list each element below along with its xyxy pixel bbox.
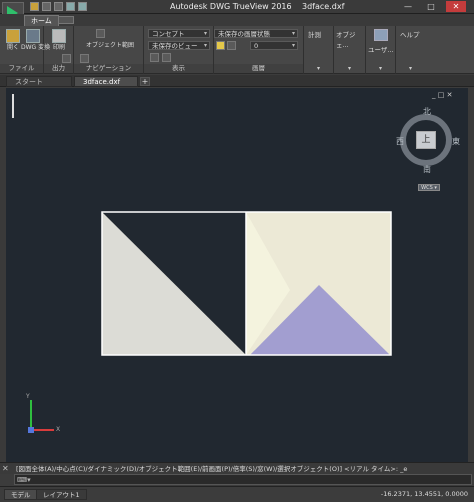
new-tab-button[interactable]: + — [140, 77, 150, 86]
open-icon[interactable] — [30, 2, 39, 11]
ribbon-group-layers: 未保存の画層状態 0 画層 — [214, 26, 304, 74]
group-label-navigation: ナビゲーション — [74, 64, 143, 73]
app-window: Autodesk DWG TrueView 2016 3dface.dxf — … — [0, 0, 474, 502]
viewcube-top-face[interactable]: 上 — [416, 131, 436, 149]
quick-access-toolbar — [30, 2, 87, 11]
group-label-view: 表示 — [144, 64, 213, 73]
save-icon[interactable] — [42, 2, 51, 11]
tab-layout1[interactable]: レイアウト1 — [36, 489, 87, 500]
tab-start[interactable]: スタート — [6, 76, 72, 87]
measure-dropdown-icon[interactable]: ▾ — [317, 65, 320, 72]
command-prompt-icon[interactable]: ⌨▾ — [17, 476, 31, 484]
folder-open-icon — [6, 29, 20, 43]
ribbon-group-file: 開く DWG 変換 ファイル — [0, 26, 50, 74]
status-bar: モデル レイアウト1 -16.2371, 13.4551, 0.0000 — [0, 486, 474, 502]
group-label-layers: 画層 — [214, 64, 303, 73]
command-history-text: [図面全体(A)/中心点(C)/ダイナミック(D)/オブジェクト範囲(E)/前画… — [16, 465, 408, 473]
zoom-extents-button[interactable]: オブジェクト範囲 — [82, 42, 138, 49]
document-tab-bar: スタート 3dface.dxf + — [0, 75, 474, 87]
ucs-origin-icon — [28, 427, 34, 433]
command-line-input[interactable]: ⌨▾ — [14, 474, 472, 485]
command-history: ✕ [図面全体(A)/中心点(C)/ダイナミック(D)/オブジェクト範囲(E)/… — [0, 462, 474, 474]
undo-icon[interactable] — [66, 2, 75, 11]
cursor-coordinates: -16.2371, 13.4551, 0.0000 — [380, 490, 468, 498]
tab-model[interactable]: モデル — [4, 489, 38, 500]
user-dropdown-icon[interactable]: ▾ — [379, 65, 382, 72]
user-label: ユーザ... — [368, 46, 394, 54]
app-title: Autodesk DWG TrueView 2016 — [170, 2, 292, 11]
print-button[interactable]: 印刷 — [47, 29, 71, 51]
title-bar: Autodesk DWG TrueView 2016 3dface.dxf — … — [0, 0, 474, 24]
printer-icon — [52, 29, 66, 43]
layer-state-dropdown[interactable]: 未保存の画層状態 — [214, 29, 298, 38]
file-title: 3dface.dxf — [302, 2, 345, 11]
command-close-icon[interactable]: ✕ — [2, 464, 12, 474]
visual-style-dropdown[interactable]: コンセプト — [148, 29, 210, 38]
output-more-icon[interactable] — [62, 54, 71, 63]
object-label: オブジェ... — [336, 31, 356, 49]
orbit-icon[interactable] — [80, 54, 89, 63]
ribbon-tab-bar: ホーム — [0, 14, 474, 26]
minimize-button[interactable]: — — [398, 1, 418, 12]
group-label-file: ファイル — [0, 64, 43, 73]
pan-icon[interactable] — [96, 29, 105, 38]
object-dropdown-icon[interactable]: ▾ — [348, 65, 351, 72]
dwg-convert-button[interactable]: DWG 変換 — [21, 29, 50, 51]
viewport-edge-marker — [12, 94, 14, 118]
wcs-menu-button[interactable]: WCS ▾ — [418, 184, 440, 191]
ucs-y-axis-icon — [30, 400, 32, 430]
help-label: ヘルプ — [400, 31, 420, 39]
measure-label: 計測 — [308, 31, 321, 39]
ribbon-group-help[interactable]: ヘルプ ▾ — [396, 26, 426, 74]
group-label-output: 出力 — [44, 64, 73, 73]
viewport-controls[interactable]: _ □ ✕ — [432, 91, 452, 99]
named-view-dropdown[interactable]: 未保存のビュー — [148, 41, 210, 50]
view-tool-2-icon[interactable] — [162, 53, 171, 62]
layer-on-icon[interactable] — [216, 41, 225, 50]
tab-3dface[interactable]: 3dface.dxf — [74, 76, 138, 87]
dwg-convert-icon — [26, 29, 40, 43]
maximize-button[interactable]: □ — [421, 1, 441, 12]
ribbon-group-user[interactable]: ユーザ... ▾ — [366, 26, 396, 74]
redo-icon[interactable] — [78, 2, 87, 11]
layer-dropdown[interactable]: 0 — [250, 41, 298, 50]
tab-home[interactable]: ホーム — [24, 15, 59, 26]
compass-north[interactable]: 北 — [423, 106, 431, 117]
help-dropdown-icon[interactable]: ▾ — [409, 65, 412, 72]
ribbon-group-navigation: オブジェクト範囲 ナビゲーション — [74, 26, 144, 74]
ucs-x-label: X — [56, 426, 61, 433]
ucs-y-label: Y — [26, 393, 30, 400]
ribbon-group-object[interactable]: オブジェ... ▾ — [334, 26, 366, 74]
print-icon[interactable] — [54, 2, 63, 11]
compass-west[interactable]: 西 — [396, 136, 404, 147]
user-icon — [374, 29, 388, 41]
ribbon-group-output: 印刷 出力 — [44, 26, 74, 74]
ribbon-group-measure[interactable]: 計測 ▾ — [304, 26, 334, 74]
ribbon-group-view: コンセプト 未保存のビュー 表示 — [144, 26, 214, 74]
ribbon-minimize-toggle[interactable] — [58, 16, 74, 24]
close-button[interactable]: ✕ — [446, 1, 466, 12]
ribbon-panel: 開く DWG 変換 ファイル 印刷 出力 オブジェクト範囲 ナビゲーション コン… — [0, 26, 474, 74]
compass-east[interactable]: 東 — [452, 136, 460, 147]
layer-freeze-icon[interactable] — [227, 41, 236, 50]
compass-south[interactable]: 南 — [423, 164, 431, 175]
view-tool-icon[interactable] — [150, 53, 159, 62]
